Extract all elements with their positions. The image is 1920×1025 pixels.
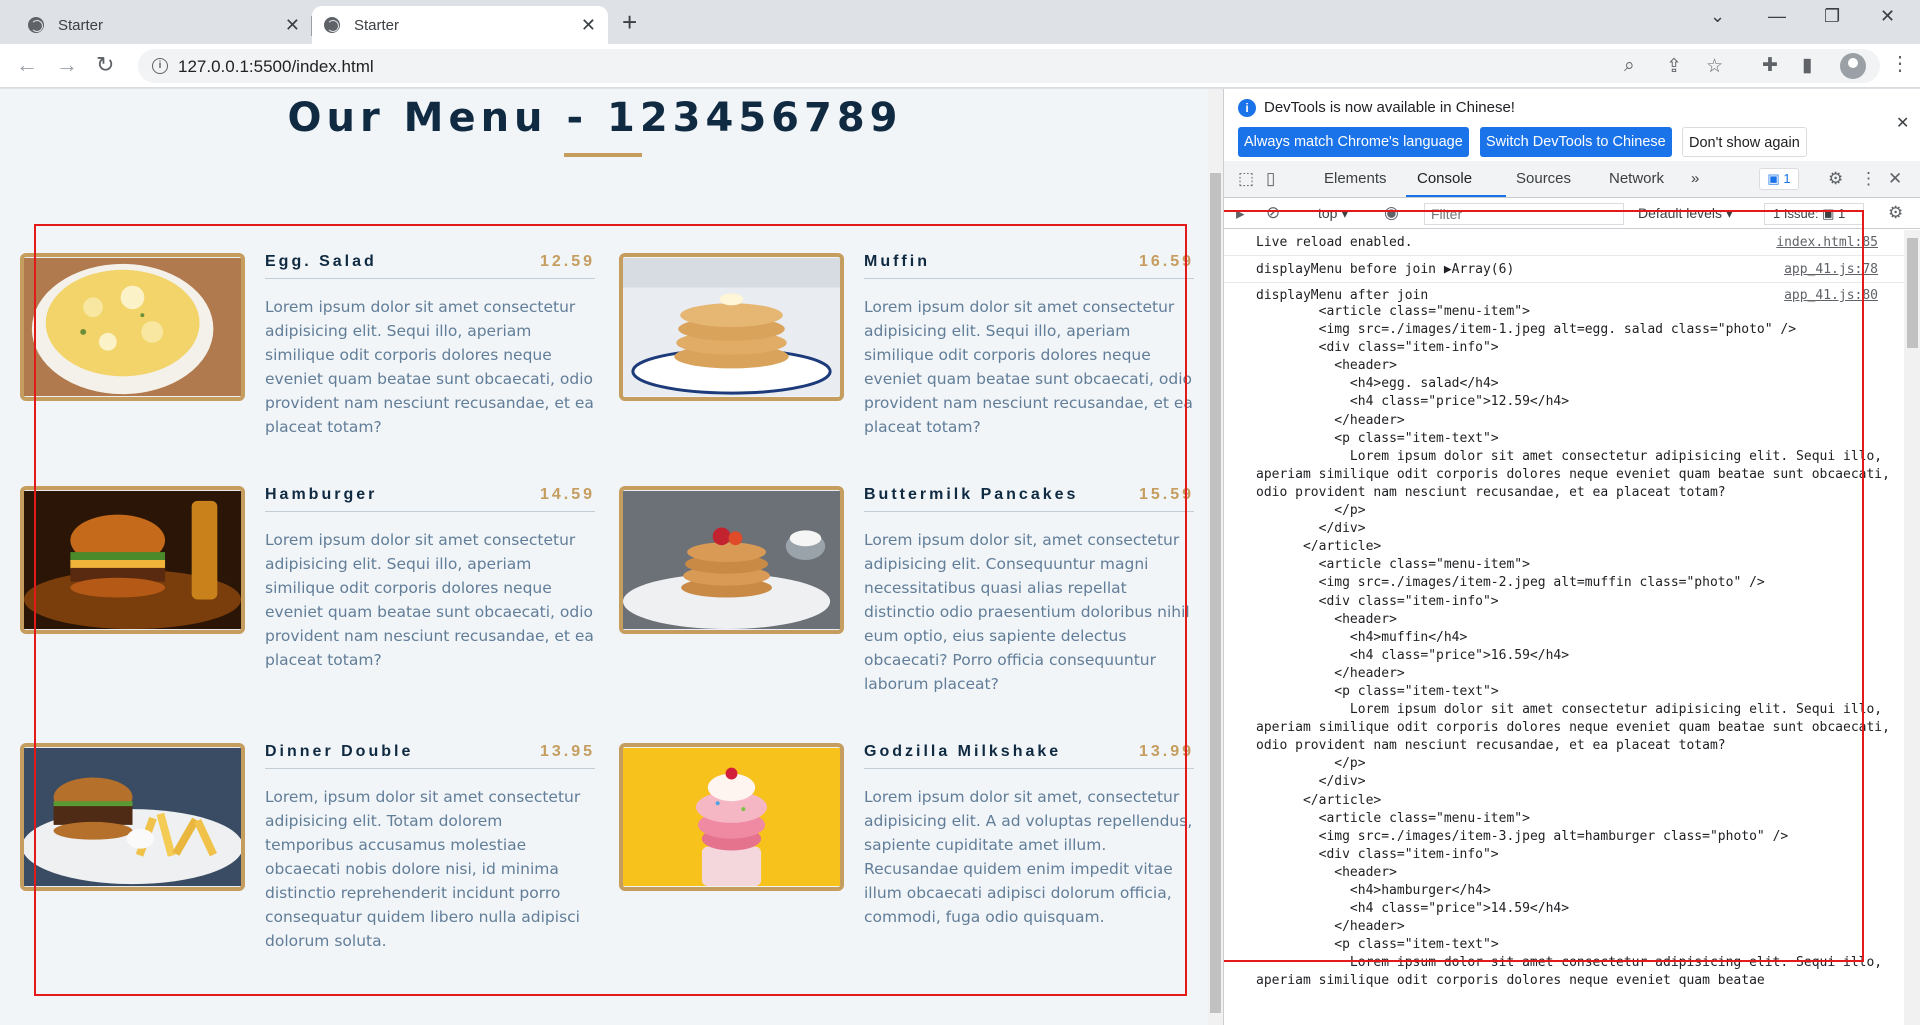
bookmark-star-icon[interactable]: ☆ — [1706, 55, 1723, 78]
tab-title: Starter — [354, 16, 400, 34]
more-tabs-icon[interactable]: » — [1691, 170, 1699, 187]
page-title: Our Menu - 123456789 — [287, 95, 903, 141]
console-settings-icon[interactable]: ⚙ — [1888, 203, 1903, 223]
site-info-icon[interactable]: i — [152, 58, 168, 74]
tab-title: Starter — [58, 16, 104, 34]
back-arrow-icon[interactable]: ← — [16, 52, 38, 78]
tab-sources[interactable]: Sources — [1516, 170, 1571, 187]
close-infobar-icon[interactable]: ✕ — [1896, 113, 1909, 133]
scrollbar-thumb[interactable] — [1210, 173, 1221, 1013]
infobar-text: DevTools is now available in Chinese! — [1264, 99, 1515, 116]
forward-arrow-icon[interactable]: → — [56, 52, 78, 78]
messages-count: 1 — [1783, 171, 1791, 186]
url-text[interactable]: 127.0.0.1:5500/index.html — [178, 57, 374, 77]
scrollbar-thumb[interactable] — [1907, 238, 1918, 348]
new-tab-button[interactable]: + — [622, 7, 637, 38]
maximize-button[interactable]: ❐ — [1824, 6, 1840, 27]
tab-strip: Starter ✕ Starter ✕ + ⌄ — ❐ ✕ — [0, 0, 1920, 44]
reload-icon[interactable]: ↻ — [96, 52, 114, 78]
extensions-puzzle-icon[interactable]: ✚ — [1762, 54, 1778, 77]
tab-elements[interactable]: Elements — [1324, 170, 1387, 187]
info-icon: i — [1238, 99, 1256, 117]
tab-search-icon[interactable]: ⌄ — [1710, 6, 1725, 27]
devtools-tabbar: ⬚ ▯ Elements Console Sources Network » ▣… — [1224, 161, 1920, 198]
side-panel-icon[interactable]: ▮ — [1802, 54, 1812, 77]
browser-toolbar: ← → ↻ i 127.0.0.1:5500/index.html ⌕ ⇪ ☆ … — [0, 44, 1920, 88]
annotation-box — [1224, 210, 1864, 962]
close-tab-icon[interactable]: ✕ — [285, 15, 300, 36]
match-language-button[interactable]: Always match Chrome's language — [1238, 127, 1469, 157]
active-tab-indicator — [1406, 195, 1506, 197]
title-underline — [564, 153, 642, 157]
annotation-box — [34, 224, 1187, 996]
devtools-menu-icon[interactable]: ⋮ — [1860, 169, 1877, 189]
globe-icon — [324, 17, 340, 33]
switch-chinese-button[interactable]: Switch DevTools to Chinese — [1480, 127, 1672, 157]
console-scrollbar[interactable] — [1904, 230, 1920, 1025]
close-tab-icon[interactable]: ✕ — [581, 15, 596, 36]
device-toolbar-icon[interactable]: ▯ — [1266, 169, 1275, 189]
page-scrollbar[interactable] — [1208, 89, 1223, 1025]
tab-console[interactable]: Console — [1417, 170, 1472, 187]
settings-gear-icon[interactable]: ⚙ — [1828, 169, 1843, 189]
inspect-element-icon[interactable]: ⬚ — [1238, 169, 1254, 189]
page-viewport: Our Menu - 123456789 Egg. Salad 12.59 Lo… — [0, 89, 1208, 1025]
chrome-menu-icon[interactable]: ⋮ — [1890, 51, 1910, 76]
close-window-button[interactable]: ✕ — [1880, 6, 1895, 27]
minimize-button[interactable]: — — [1768, 6, 1786, 27]
zoom-icon[interactable]: ⌕ — [1624, 55, 1635, 77]
dont-show-again-button[interactable]: Don't show again — [1682, 127, 1807, 157]
address-bar[interactable]: i 127.0.0.1:5500/index.html ⌕ ⇪ ☆ — [138, 49, 1880, 83]
profile-avatar[interactable] — [1840, 53, 1866, 79]
devtools-panel: i DevTools is now available in Chinese! … — [1223, 89, 1920, 1025]
messages-badge[interactable]: ▣ 1 — [1759, 168, 1799, 190]
globe-icon — [28, 17, 44, 33]
devtools-language-infobar: i DevTools is now available in Chinese! … — [1224, 89, 1920, 159]
browser-tab-2-active[interactable]: Starter ✕ — [312, 6, 608, 44]
close-devtools-icon[interactable]: ✕ — [1888, 169, 1902, 189]
share-icon[interactable]: ⇪ — [1666, 55, 1682, 78]
browser-tab-1[interactable]: Starter ✕ — [16, 6, 312, 44]
tab-network[interactable]: Network — [1609, 170, 1664, 187]
